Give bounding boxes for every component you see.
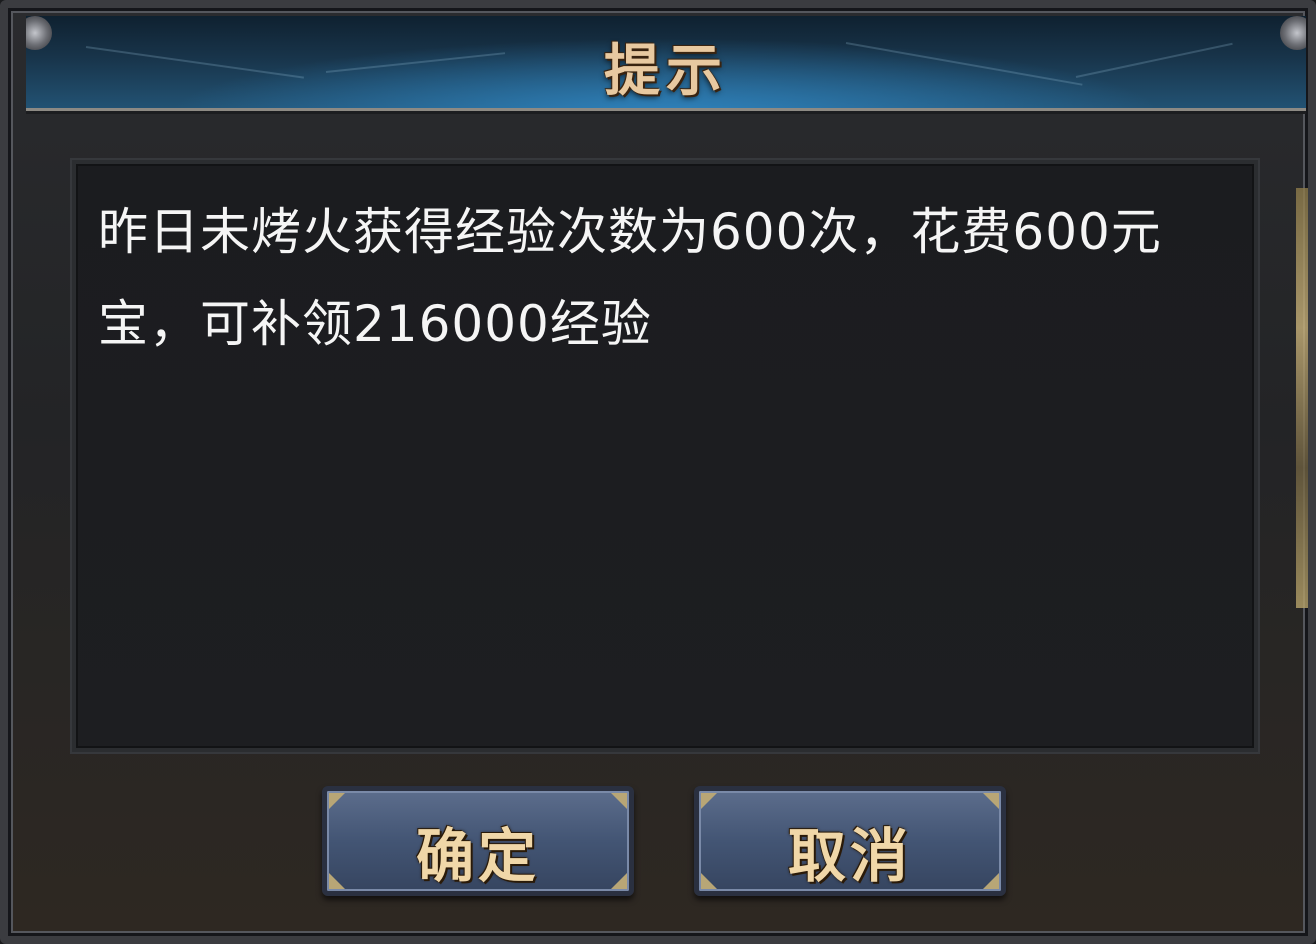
cancel-button[interactable]: 取消 [694, 786, 1006, 896]
dialog-message: 昨日未烤火获得经验次数为600次，花费600元宝，可补领216000经验 [98, 203, 1162, 353]
rivet-icon [329, 793, 345, 809]
confirm-button-label: 确定 [415, 822, 540, 890]
dialog-title: 提示 [604, 39, 728, 104]
rivet-icon [701, 793, 717, 809]
background-edge [1296, 188, 1308, 608]
cancel-button-label: 取消 [787, 822, 912, 890]
confirm-button[interactable]: 确定 [322, 786, 634, 896]
rivet-icon [611, 793, 627, 809]
dialog-titlebar: 提示 [26, 16, 1306, 111]
message-panel: 昨日未烤火获得经验次数为600次，花费600元宝，可补领216000经验 [72, 160, 1258, 752]
rivet-icon [983, 793, 999, 809]
prompt-dialog: 提示 昨日未烤火获得经验次数为600次，花费600元宝，可补领216000经验 … [0, 0, 1316, 944]
